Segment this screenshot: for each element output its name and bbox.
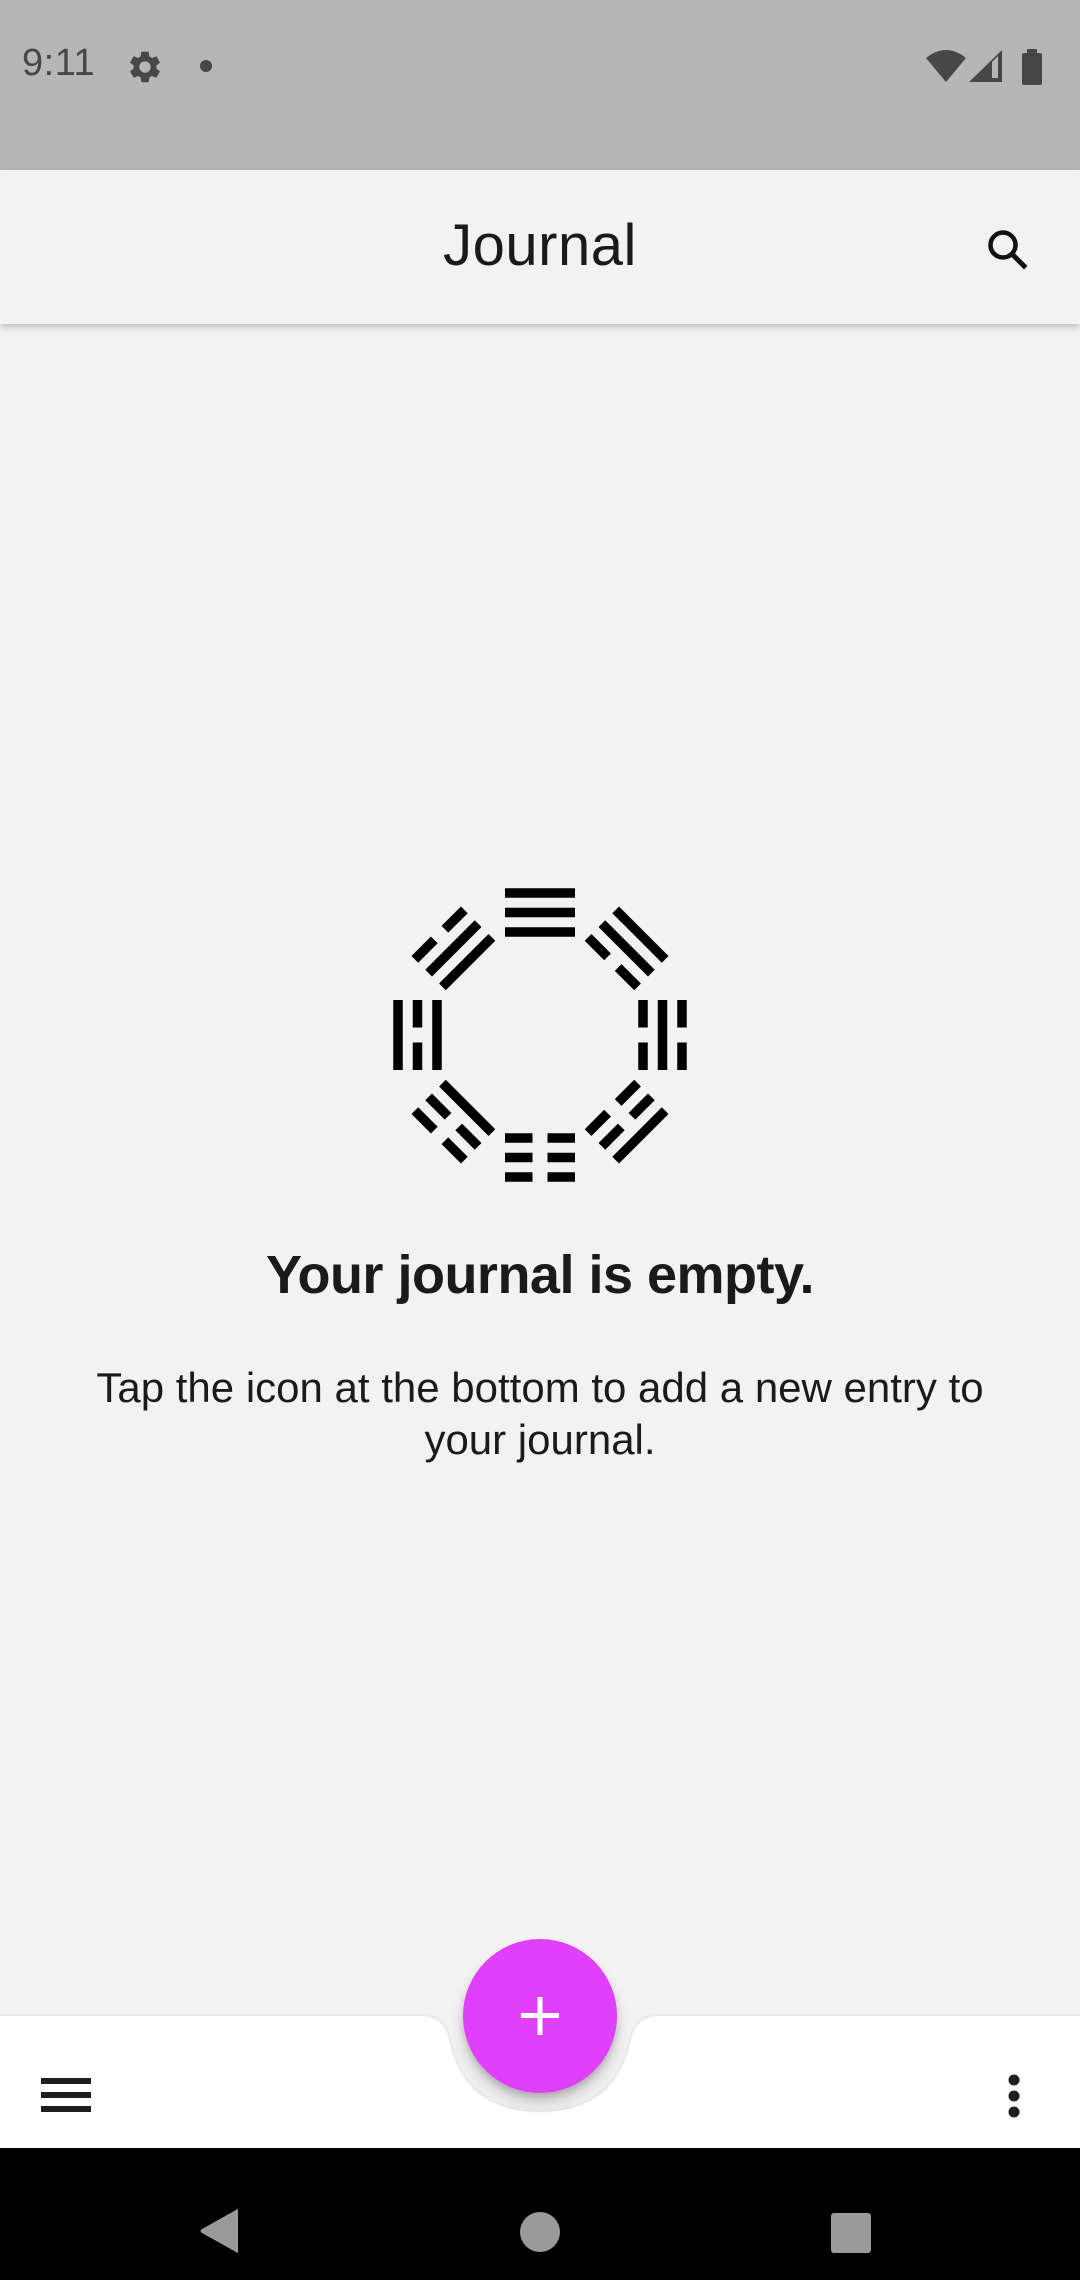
trigram-line-broken [547, 1133, 575, 1143]
trigram-line-solid [612, 906, 669, 963]
cell-signal-icon [969, 50, 1002, 82]
trigram-right [638, 1000, 687, 1070]
add-entry-fab[interactable] [463, 1939, 617, 2093]
notification-dot [200, 60, 212, 72]
trigram-line-broken [412, 1000, 423, 1028]
trigram-line-broken [614, 964, 641, 991]
plus-icon [521, 1997, 559, 2035]
trigram-top-right [584, 906, 669, 991]
trigram-bottom-left [411, 1079, 496, 1164]
trigram-line-broken [455, 1123, 482, 1150]
battery-icon [1022, 49, 1042, 85]
trigram-line-broken [411, 1107, 438, 1134]
trigram-line-broken [441, 906, 468, 933]
trigram-line-solid [439, 1079, 496, 1136]
page-title: Journal [443, 213, 637, 278]
search-button[interactable] [974, 216, 1044, 286]
trigram-line-broken [638, 1042, 648, 1070]
trigram-line-solid [393, 1000, 403, 1070]
wifi-icon [926, 50, 966, 82]
trigram-line-solid [505, 888, 575, 898]
status-time: 9:11 [22, 42, 96, 84]
more-options-button[interactable] [966, 2050, 1058, 2142]
top-app-bar: Journal [0, 170, 1080, 324]
trigram-line-broken [638, 1000, 648, 1028]
trigram-line-broken [505, 1152, 533, 1163]
trigram-line-broken [677, 1000, 687, 1028]
menu-button[interactable] [20, 2050, 112, 2142]
more-vert-icon [1008, 2074, 1020, 2118]
trigram-line-broken [614, 1079, 641, 1106]
trigram-line-broken [505, 1172, 533, 1182]
menu-icon [41, 2078, 91, 2112]
trigram-line-broken [547, 1172, 575, 1182]
trigram-line-broken [584, 934, 611, 961]
trigram-line-broken [505, 1133, 533, 1143]
trigram-top [505, 888, 575, 937]
bagua-icon [393, 888, 687, 1182]
trigram-line-solid [612, 1107, 669, 1164]
trigram-top-left [411, 906, 496, 991]
trigram-line-solid [657, 1000, 668, 1070]
trigram-line-broken [584, 1109, 611, 1136]
trigram-line-broken [441, 1137, 468, 1164]
trigram-bottom [505, 1133, 575, 1182]
back-icon[interactable] [198, 2208, 244, 2254]
trigram-line-solid [598, 920, 655, 977]
recents-icon[interactable] [829, 2211, 873, 2255]
search-icon [988, 230, 1028, 270]
trigram-line-solid [432, 1000, 442, 1070]
trigram-line-broken [628, 1093, 655, 1120]
trigram-line-broken [425, 1093, 452, 1120]
empty-state-description: Tap the icon at the bottom to add a new … [96, 1364, 984, 1463]
home-icon[interactable] [518, 2210, 562, 2254]
trigram-left [393, 1000, 442, 1070]
trigram-line-broken [547, 1152, 575, 1163]
trigram-line-broken [411, 936, 438, 963]
gear-icon [130, 51, 160, 83]
trigram-line-solid [439, 934, 496, 991]
trigram-line-broken [677, 1042, 687, 1070]
trigram-line-broken [598, 1123, 625, 1150]
trigram-line-solid [425, 920, 482, 977]
empty-state-title: Your journal is empty. [265, 1245, 815, 1305]
trigram-line-solid [505, 927, 575, 937]
trigram-bottom-right [584, 1079, 669, 1164]
status-bar: 9:11 [0, 0, 1080, 170]
system-navigation-bar [0, 2148, 1080, 2280]
trigram-line-solid [505, 907, 575, 918]
trigram-line-broken [412, 1042, 423, 1070]
